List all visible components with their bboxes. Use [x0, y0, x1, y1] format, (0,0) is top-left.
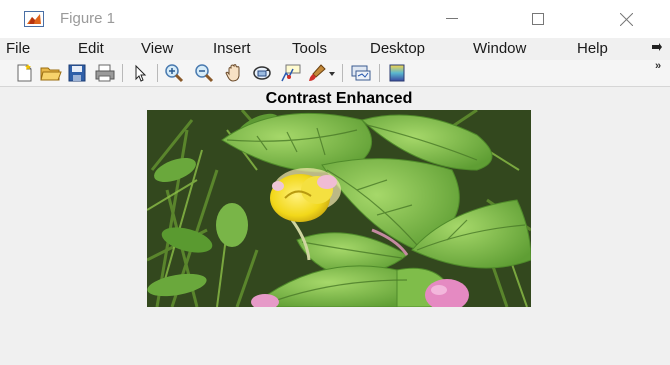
- menu-insert[interactable]: Insert: [213, 38, 251, 60]
- flower-leaves-photo: [147, 110, 531, 307]
- overflow-arrow-icon[interactable]: [651, 42, 663, 56]
- save-icon[interactable]: [67, 63, 87, 83]
- brush-dropdown-icon[interactable]: [328, 63, 336, 83]
- open-file-icon[interactable]: [40, 63, 62, 83]
- figure-toolbar: »: [0, 60, 670, 87]
- colorbar-icon[interactable]: [387, 63, 407, 83]
- rotate-3d-icon[interactable]: [252, 63, 272, 83]
- menu-view[interactable]: View: [141, 38, 173, 60]
- data-cursor-icon[interactable]: [280, 63, 301, 83]
- window-title: Figure 1: [60, 10, 116, 27]
- toolbar-separator: [342, 64, 343, 82]
- toolbar-separator: [122, 64, 123, 82]
- displayed-image: [147, 110, 531, 307]
- zoom-out-icon[interactable]: [194, 63, 214, 83]
- link-plot-icon[interactable]: [350, 63, 371, 83]
- axes-title: Contrast Enhanced: [265, 90, 413, 107]
- print-icon[interactable]: [94, 63, 115, 83]
- minimize-icon: [446, 18, 458, 19]
- menu-edit[interactable]: Edit: [78, 38, 104, 60]
- menu-file[interactable]: File: [6, 38, 30, 60]
- menu-tools[interactable]: Tools: [292, 38, 327, 60]
- matlab-figure-icon: [24, 11, 44, 27]
- brush-icon[interactable]: [307, 63, 327, 83]
- pan-hand-icon[interactable]: [224, 63, 244, 83]
- edit-plot-pointer-icon[interactable]: [130, 63, 150, 83]
- menu-bar: File Edit View Insert Tools Desktop Wind…: [0, 38, 670, 60]
- toolbar-overflow-button[interactable]: »: [655, 60, 661, 72]
- toolbar-separator: [379, 64, 380, 82]
- menu-help[interactable]: Help: [577, 38, 608, 60]
- menu-window[interactable]: Window: [473, 38, 526, 60]
- close-button[interactable]: [606, 6, 646, 32]
- new-figure-icon[interactable]: [14, 63, 34, 83]
- minimize-button[interactable]: [432, 6, 472, 32]
- window-titlebar: Figure 1: [0, 0, 670, 38]
- maximize-icon: [532, 13, 544, 25]
- toolbar-separator: [157, 64, 158, 82]
- menu-desktop[interactable]: Desktop: [370, 38, 425, 60]
- maximize-button[interactable]: [518, 6, 558, 32]
- close-icon: [619, 12, 633, 26]
- zoom-in-icon[interactable]: [164, 63, 184, 83]
